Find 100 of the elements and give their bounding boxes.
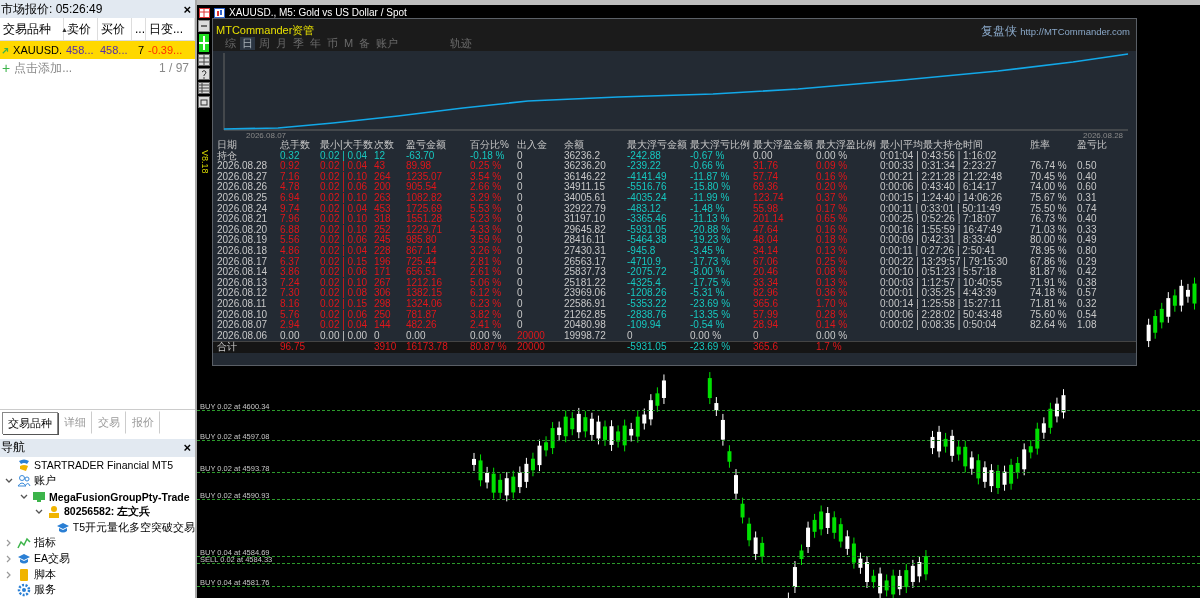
caret-icon[interactable] [19, 492, 28, 501]
table-cell-text: 5.53 % [470, 203, 503, 214]
candle [996, 464, 1000, 495]
table-cell-text: 34.14 [753, 245, 780, 257]
column-header[interactable]: ... [132, 18, 146, 40]
axis-label: 2026.08.07 [246, 131, 287, 140]
candle [1192, 277, 1197, 311]
table-cell-text: 482.26 [406, 320, 438, 331]
table-cell-text: 0 [517, 150, 523, 161]
move-icon[interactable] [198, 34, 210, 52]
panel-title: MTCommander资管 [216, 23, 315, 38]
table-cell-text: 0.18 % [816, 235, 849, 246]
table-cell-text: 0.00 % [470, 330, 503, 342]
table-cell-text: 28.94 [753, 320, 780, 331]
candle [609, 419, 614, 452]
table-cell-text: 75.50 % [1030, 203, 1068, 214]
table-cell-text: -0.18 % [470, 150, 506, 161]
tree-item[interactable]: 服务 [34, 583, 56, 598]
close-button[interactable]: × [183, 440, 191, 456]
tree-item[interactable]: EA交易 [34, 552, 70, 566]
table-cell-text: 20000 [517, 342, 546, 353]
symbol-row[interactable]: XAUUSD. 458... 458... 7 -0.39... [0, 41, 195, 59]
table-cell-text: 3.59 % [470, 235, 503, 246]
table-cell-text: 0.40 [1077, 214, 1098, 225]
column-header: 最小|大手数 [320, 140, 374, 151]
table-cell-text: 4.86 [280, 245, 301, 257]
tree-item[interactable]: 80256582: 左文兵 [64, 505, 151, 520]
table-cell-text: 298 [374, 298, 392, 310]
table-cell-text: 78.95 % [1030, 245, 1068, 257]
close-button[interactable]: × [183, 1, 191, 17]
table-cell-text: 0.42 [1077, 267, 1098, 278]
tree-item[interactable]: MegaFusionGroupPty-Trade [49, 490, 190, 503]
table-cell-text: 0.00 [753, 150, 773, 161]
graduation-cap-icon [55, 520, 70, 535]
table-cell-text: 0.25 % [470, 161, 503, 172]
table-cell-text: -1.48 % [690, 203, 726, 214]
table-cell-text: 2.81 % [470, 256, 503, 267]
table-cell-text: 25837.73 [564, 267, 607, 278]
table-cell-text: 0.13 % [816, 277, 849, 288]
table-cell-text: 1551.28 [406, 214, 444, 225]
table-cell-text: 985.80 [406, 235, 438, 246]
table-cell-text: -15.80 % [690, 182, 732, 193]
grid-icon[interactable] [198, 54, 210, 66]
table-cell-text: 0.02 | 0.06 [320, 267, 369, 278]
table-cell-text: -5931.05 [627, 224, 668, 235]
add-symbol-link[interactable]: 点击添加... [14, 59, 73, 77]
table-cell-text: -11.87 % [690, 171, 731, 182]
window-icon[interactable] [198, 96, 210, 108]
table-cell-text: 0.16 % [816, 224, 849, 235]
tree-item[interactable]: STARTRADER Financial MT5 [34, 459, 174, 472]
table-cell-text: 6.12 % [470, 288, 503, 299]
table-cell-text: 0 [753, 330, 760, 342]
table-cell-text: 26563.17 [564, 256, 607, 267]
table-cell-text: 0 [517, 182, 524, 193]
chart-icon[interactable] [214, 7, 225, 18]
table-cell-text: 1229.71 [406, 224, 444, 235]
tree-item[interactable]: 指标 [34, 536, 56, 551]
table-cell-text: 23969.06 [564, 288, 607, 299]
table-cell-text: 76.73 % [1030, 214, 1068, 225]
candle [865, 555, 869, 589]
person-icon [47, 505, 61, 520]
table-cell-text: 123.74 [753, 192, 785, 204]
tree-item[interactable]: 脚本 [34, 567, 56, 582]
table-cell-text: 32922.79 [564, 203, 607, 214]
table-cell-text: 0 [517, 267, 524, 278]
table-cell-text: 70.45 % [1030, 171, 1068, 182]
table-cell-text: 6.23 % [470, 298, 503, 310]
tab[interactable]: 交易品种 [2, 411, 58, 434]
table-cell-text: 3.29 % [470, 192, 503, 204]
tree-item[interactable]: T5开元量化多空突破交易 [72, 520, 195, 535]
table-icon[interactable] [199, 7, 210, 18]
column-header[interactable]: 买价 [98, 18, 132, 40]
users-icon [17, 474, 31, 489]
table-cell-text: 36236.20 [564, 161, 607, 172]
panel-title: 市场报价: 05:26:49 [1, 0, 103, 18]
table-cell-text: 0 [517, 171, 524, 182]
table-cell-text: 0 [627, 330, 634, 342]
table-cell-text: -0.66 % [690, 161, 726, 172]
table-cell-text: 2026.08.24 [217, 203, 269, 214]
table-cell-text: 0.02 | 0.15 [320, 298, 369, 310]
table-cell-text: 19998.72 [564, 330, 607, 342]
chart-title: XAUUSD., M5: Gold vs US Dollar / Spot [229, 7, 407, 18]
scroll-icon [17, 567, 31, 582]
tab[interactable]: 日 [240, 37, 255, 50]
column-header[interactable]: 日变... [146, 18, 195, 40]
help-icon[interactable] [198, 68, 210, 80]
candle [596, 415, 601, 445]
tree-item[interactable]: 账户 [34, 474, 56, 489]
minus-icon[interactable] [198, 20, 210, 32]
table-cell-text: 20.46 [753, 267, 780, 278]
table-cell-text: 0 [517, 235, 524, 246]
column-header[interactable]: 交易品种 [3, 20, 51, 38]
candle [537, 439, 542, 472]
table-cell-text: -4141.49 [627, 171, 668, 182]
table-cell-text: 0.92 [280, 161, 301, 172]
table-cell-text: -3.45 % [690, 245, 726, 257]
website-link[interactable]: http://MTCommander.com [1020, 26, 1130, 37]
table-cell-text: 0.31 [1077, 192, 1098, 204]
table-cell-text: 267 [374, 277, 392, 288]
table-cell-text: 7.24 [280, 277, 301, 288]
